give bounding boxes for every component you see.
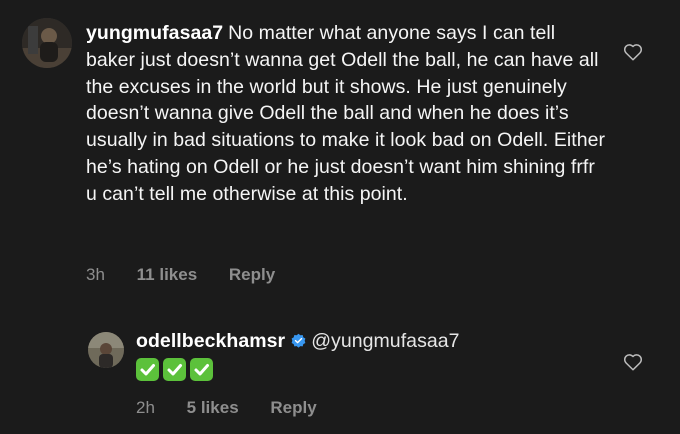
avatar[interactable] [88, 332, 124, 368]
reply-text: odellbeckhamsr @yungmufasaa7 [136, 328, 596, 383]
comment-meta: 3h 11 likes Reply [86, 265, 302, 285]
check-mark-button-icon [190, 358, 213, 382]
reply-meta: 2h 5 likes Reply [136, 398, 344, 418]
comment-body: No matter what anyone says I can tell ba… [86, 22, 606, 205]
reply-username[interactable]: odellbeckhamsr [136, 330, 285, 352]
heart-outline-icon[interactable] [623, 43, 643, 61]
comment: yungmufasaa7 No matter what anyone says I… [0, 0, 680, 300]
reply-time: 2h [136, 398, 155, 417]
mention-link[interactable]: @yungmufasaa7 [311, 330, 459, 352]
verified-badge-icon [291, 333, 306, 348]
check-mark-button-icon [163, 358, 186, 382]
comment-likes[interactable]: 11 likes [137, 265, 198, 284]
reply-comment: odellbeckhamsr @yungmufasaa7 2h 5 likes … [0, 318, 680, 434]
reply-likes[interactable]: 5 likes [187, 398, 239, 417]
check-mark-button-icon [136, 358, 159, 382]
comment-username[interactable]: yungmufasaa7 [86, 22, 223, 44]
emoji-row [136, 356, 596, 383]
heart-outline-icon[interactable] [623, 353, 643, 371]
comment-text: yungmufasaa7 No matter what anyone says I… [86, 20, 606, 208]
reply-button[interactable]: Reply [229, 265, 275, 284]
reply-button[interactable]: Reply [270, 398, 316, 417]
avatar[interactable] [22, 18, 72, 68]
comment-time: 3h [86, 265, 105, 284]
